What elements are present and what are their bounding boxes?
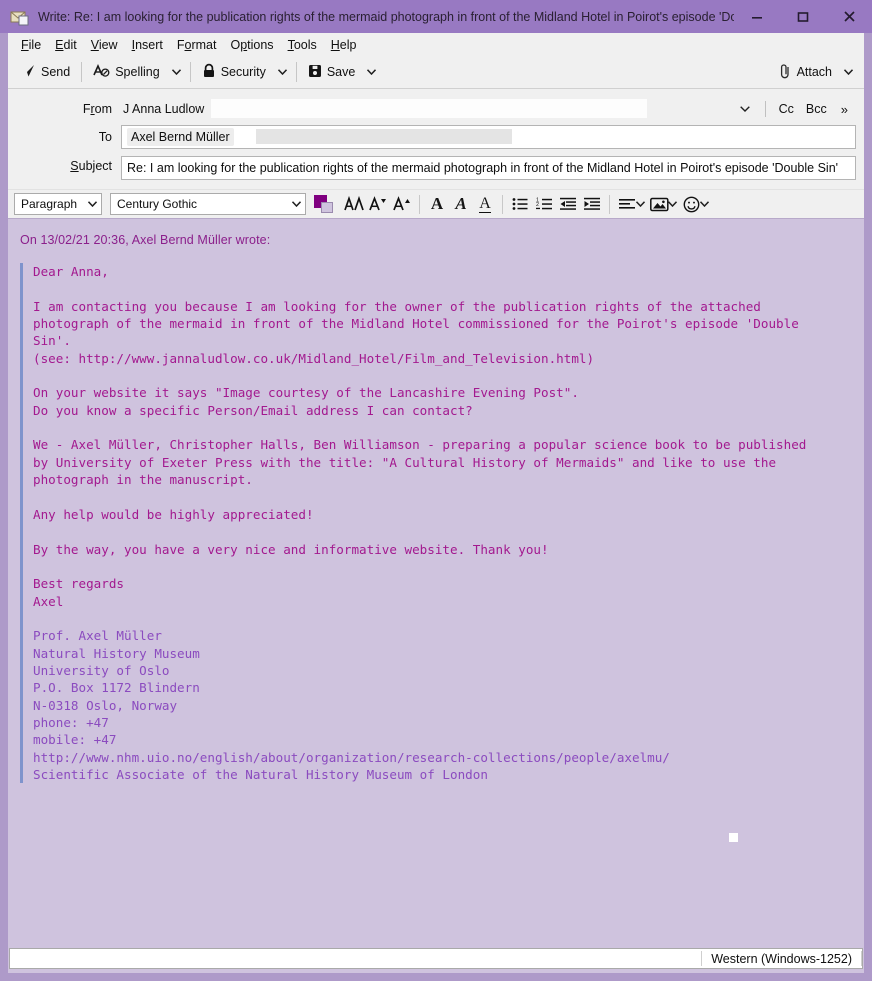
bold-icon[interactable]: A xyxy=(425,193,449,216)
title-bar: Write: Re: I am looking for the publicat… xyxy=(0,0,872,33)
format-toolbar: Paragraph Century Gothic A A A 1 2 xyxy=(8,189,864,218)
menu-help[interactable]: Help xyxy=(324,36,364,54)
font-color-icon[interactable] xyxy=(342,193,366,216)
menu-options[interactable]: Options xyxy=(223,36,280,54)
status-bar-area: Western (Windows-1252) xyxy=(8,944,864,973)
from-value: J Anna Ludlow xyxy=(123,102,205,116)
redaction-block xyxy=(211,99,647,118)
compose-mail-icon xyxy=(10,7,30,27)
from-label: From xyxy=(82,102,112,116)
redaction-block xyxy=(256,129,512,144)
underline-icon[interactable]: A xyxy=(473,193,497,216)
align-icon[interactable] xyxy=(615,193,639,216)
send-icon xyxy=(21,63,36,81)
menu-bar: File Edit View Insert Format Options Too… xyxy=(8,33,864,56)
toolbar-divider xyxy=(81,62,83,82)
menu-edit[interactable]: Edit xyxy=(48,36,84,54)
bullet-list-icon[interactable] xyxy=(508,193,532,216)
main-toolbar: Send Spelling Security Save Attach xyxy=(8,56,864,89)
text-color-swatch-icon[interactable] xyxy=(313,193,335,215)
paragraph-style-value: Paragraph xyxy=(21,197,78,211)
mouse-cursor-artifact xyxy=(729,833,738,842)
client-area: File Edit View Insert Format Options Too… xyxy=(0,33,872,973)
insert-emoticon-icon[interactable] xyxy=(679,193,703,216)
outdent-icon[interactable] xyxy=(556,193,580,216)
spelling-label: Spelling xyxy=(115,65,160,79)
from-dropdown-arrow[interactable] xyxy=(732,104,758,115)
menu-tools[interactable]: Tools xyxy=(281,36,324,54)
format-divider xyxy=(502,194,503,214)
message-headers: From J Anna Ludlow Cc Bcc » To Axel Bern… xyxy=(8,89,864,189)
insert-image-icon[interactable] xyxy=(647,193,671,216)
minimize-button[interactable] xyxy=(734,0,780,33)
subject-row: Subject Re: I am looking for the publica… xyxy=(8,151,864,181)
spellcheck-icon xyxy=(93,63,110,81)
compose-body-area[interactable]: On 13/02/21 20:36, Axel Bernd Müller wro… xyxy=(8,218,864,944)
cc-button[interactable]: Cc xyxy=(773,99,800,119)
font-family-select[interactable]: Century Gothic xyxy=(110,193,306,215)
bcc-button[interactable]: Bcc xyxy=(800,99,833,119)
to-input[interactable]: Axel Bernd Müller xyxy=(121,125,856,149)
indent-icon[interactable] xyxy=(580,193,604,216)
subject-input[interactable]: Re: I am looking for the publication rig… xyxy=(121,156,856,180)
decrease-font-size-icon[interactable] xyxy=(366,193,390,216)
spelling-button[interactable]: Spelling xyxy=(86,60,166,84)
svg-text:2: 2 xyxy=(536,202,539,208)
window-title: Write: Re: I am looking for the publicat… xyxy=(38,9,734,24)
format-divider xyxy=(419,194,420,214)
quoted-signature-text: Prof. Axel Müller Natural History Museum… xyxy=(33,628,670,782)
from-identity[interactable]: J Anna Ludlow xyxy=(121,98,732,120)
to-label: To xyxy=(98,130,112,144)
paragraph-style-select[interactable]: Paragraph xyxy=(14,193,102,215)
chevron-down-icon xyxy=(84,199,98,209)
to-row: To Axel Bernd Müller xyxy=(8,123,864,151)
menu-view[interactable]: View xyxy=(84,36,125,54)
italic-icon[interactable]: A xyxy=(449,193,473,216)
header-divider xyxy=(764,101,766,117)
format-divider xyxy=(609,194,610,214)
subject-value: Re: I am looking for the publication rig… xyxy=(127,161,839,175)
security-label: Security xyxy=(220,65,266,79)
security-button[interactable]: Security xyxy=(195,60,273,84)
security-dropdown-arrow[interactable] xyxy=(273,64,292,80)
save-disk-icon xyxy=(308,64,322,81)
charset-indicator[interactable]: Western (Windows-1252) xyxy=(702,952,861,966)
save-button[interactable]: Save xyxy=(301,61,363,84)
from-row: From J Anna Ludlow Cc Bcc » xyxy=(8,95,864,123)
status-bar: Western (Windows-1252) xyxy=(9,948,863,969)
toolbar-divider xyxy=(189,62,191,82)
attach-dropdown-arrow[interactable] xyxy=(839,64,858,80)
quoted-body-text: Dear Anna, I am contacting you because I… xyxy=(33,264,807,609)
more-recipients-button[interactable]: » xyxy=(833,100,856,119)
font-family-value: Century Gothic xyxy=(117,197,198,211)
save-label: Save xyxy=(326,65,356,79)
close-button[interactable] xyxy=(826,0,872,33)
menu-format[interactable]: Format xyxy=(170,36,224,54)
chevron-down-icon xyxy=(288,199,302,209)
status-divider xyxy=(861,951,862,966)
toolbar-divider xyxy=(295,62,297,82)
attach-button[interactable]: Attach xyxy=(772,60,839,85)
send-button[interactable]: Send xyxy=(14,60,77,84)
subject-label: Subject xyxy=(70,159,112,173)
compose-window: Write: Re: I am looking for the publicat… xyxy=(0,0,872,981)
save-dropdown-arrow[interactable] xyxy=(362,64,381,80)
lock-icon xyxy=(202,63,216,81)
attach-label: Attach xyxy=(796,65,832,79)
send-label: Send xyxy=(41,65,71,79)
paperclip-icon xyxy=(779,63,792,82)
menu-file[interactable]: File xyxy=(14,36,48,54)
menu-insert[interactable]: Insert xyxy=(125,36,170,54)
window-bottom-frame xyxy=(0,973,872,981)
recipient-pill[interactable]: Axel Bernd Müller xyxy=(127,128,234,146)
quoted-message: Dear Anna, I am contacting you because I… xyxy=(20,263,812,784)
numbered-list-icon[interactable]: 1 2 xyxy=(532,193,556,216)
maximize-button[interactable] xyxy=(780,0,826,33)
increase-font-size-icon[interactable] xyxy=(390,193,414,216)
reply-attribution-line: On 13/02/21 20:36, Axel Bernd Müller wro… xyxy=(20,233,271,247)
spelling-dropdown-arrow[interactable] xyxy=(167,64,186,80)
